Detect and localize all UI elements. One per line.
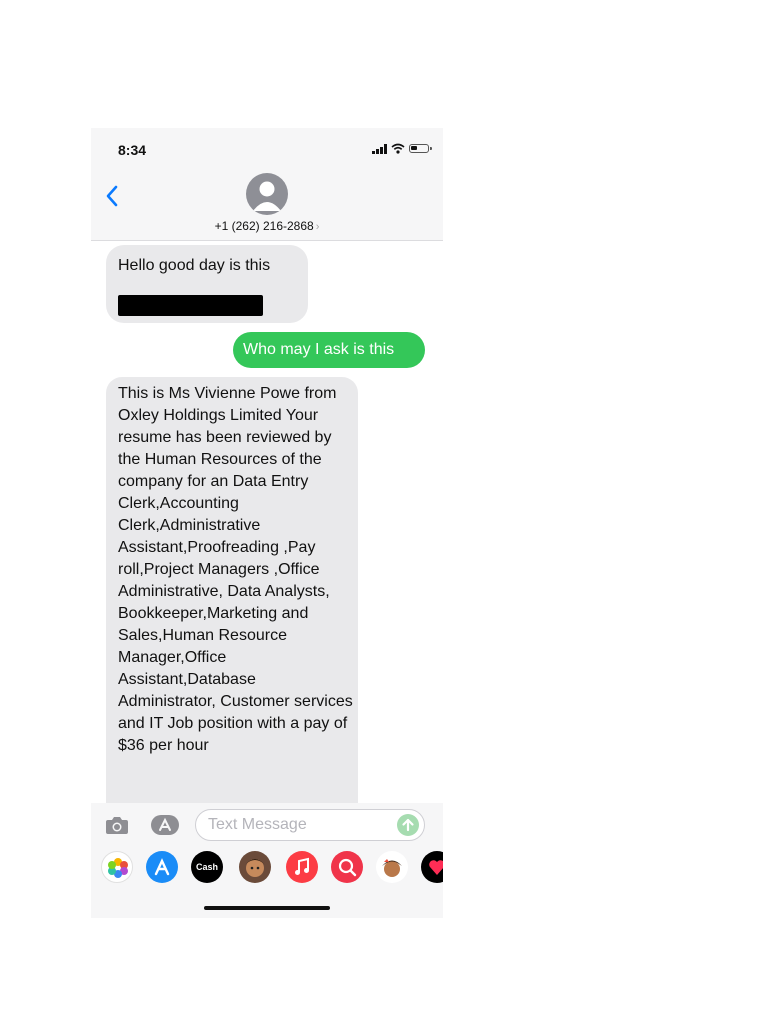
incoming-message-bubble[interactable]: This is Ms Vivienne Powe from Oxley Hold… [106, 377, 358, 817]
camera-icon[interactable] [105, 815, 129, 835]
send-button[interactable] [397, 814, 419, 836]
contact-avatar[interactable] [246, 173, 288, 215]
back-chevron-icon[interactable] [103, 180, 137, 214]
person-icon [253, 181, 281, 211]
photos-icon[interactable] [101, 851, 133, 883]
compose-area: Text Message Cash [91, 803, 443, 918]
messages-screen: 8:34 +1 (262) 216-2868 › Hello good day … [91, 128, 443, 918]
search-images-icon[interactable] [331, 851, 363, 883]
signal-icon [372, 143, 387, 154]
message-text: This is Ms Vivienne Powe from Oxley Hold… [118, 385, 353, 754]
app-drawer: Cash [91, 851, 443, 885]
memoji-icon[interactable] [239, 851, 271, 883]
outgoing-message-bubble[interactable]: Who may I ask is this [233, 332, 425, 368]
status-icons [372, 143, 432, 154]
music-icon[interactable] [286, 851, 318, 883]
app-store-icon[interactable] [146, 851, 178, 883]
message-text: Who may I ask is this [243, 341, 395, 358]
arrow-up-icon [402, 818, 414, 832]
wifi-icon [391, 143, 405, 154]
cash-label: Cash [195, 862, 218, 872]
battery-icon [409, 144, 432, 153]
redaction-bar [118, 295, 263, 316]
contact-name-button[interactable]: +1 (262) 216-2868 › [91, 219, 443, 233]
memoji-stickers-icon[interactable] [376, 851, 408, 883]
conversation-header: 8:34 +1 (262) 216-2868 › [91, 128, 443, 241]
home-indicator [204, 906, 330, 910]
input-row: Text Message [91, 803, 443, 847]
status-time: 8:34 [118, 142, 147, 158]
message-input[interactable]: Text Message [195, 809, 425, 841]
chevron-right-icon: › [315, 221, 320, 233]
app-store-button-icon[interactable] [149, 813, 181, 837]
contact-number: +1 (262) 216-2868 [214, 219, 314, 233]
digital-touch-icon[interactable] [421, 851, 443, 883]
incoming-message-bubble[interactable]: Hello good day is this [106, 245, 308, 323]
apple-cash-icon[interactable]: Cash [191, 851, 223, 883]
message-placeholder: Text Message [208, 816, 307, 833]
message-text: Hello good day is this [118, 257, 271, 274]
